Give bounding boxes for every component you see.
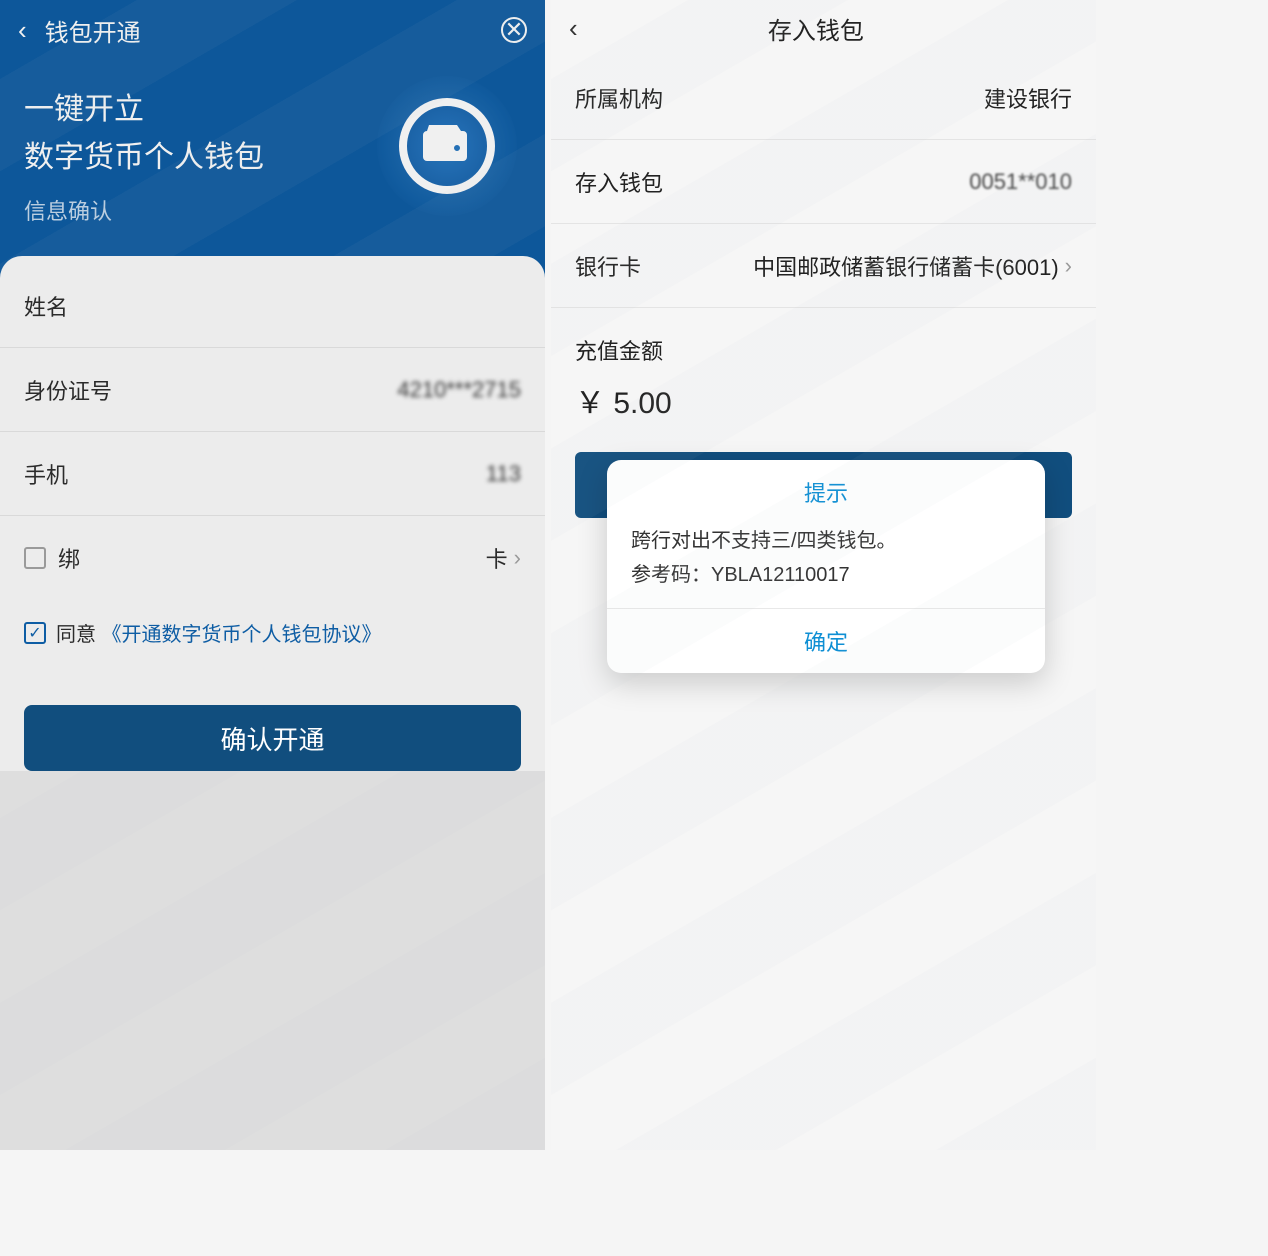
- row-phone[interactable]: 手机 113: [0, 432, 545, 516]
- agreement-link[interactable]: 《开通数字货币个人钱包协议》: [102, 618, 382, 647]
- label-wallet: 存入钱包: [575, 166, 663, 198]
- row-wallet[interactable]: 存入钱包 0051**010: [551, 140, 1096, 224]
- label-card: 银行卡: [575, 250, 641, 282]
- dialog-line2: 参考码：YBLA12110017: [631, 558, 1021, 592]
- screen-deposit: ‹ 存入钱包 所属机构 建设银行 存入钱包 0051**010 银行卡 中国邮政…: [551, 0, 1096, 1150]
- chevron-right-icon: ›: [1065, 253, 1072, 279]
- row-bind-card[interactable]: 绑 卡 ›: [0, 516, 545, 600]
- screen-wallet-open: ‹ 钱包开通 ✕ 一键开立 数字货币个人钱包 信息确认 姓名 身份证号 4210…: [0, 0, 545, 1150]
- row-org: 所属机构 建设银行: [551, 56, 1096, 140]
- dialog-line1: 跨行对出不支持三/四类钱包。: [631, 524, 1021, 558]
- checkbox-bind-card[interactable]: [24, 547, 46, 569]
- form-area: 姓名 身份证号 4210***2715 手机 113 绑 卡 › ✓ 同意 《开…: [0, 256, 545, 771]
- submit-button[interactable]: 确认开通: [24, 705, 521, 771]
- checkbox-agree[interactable]: ✓: [24, 622, 46, 644]
- value-org: 建设银行: [984, 82, 1072, 114]
- label-bind-prefix: 绑: [58, 542, 80, 574]
- label-name: 姓名: [24, 290, 68, 322]
- agree-row: ✓ 同意 《开通数字货币个人钱包协议》: [0, 600, 545, 665]
- dialog-body: 跨行对出不支持三/四类钱包。 参考码：YBLA12110017: [607, 516, 1045, 608]
- dialog-title: 提示: [607, 460, 1045, 516]
- value-id: 4210***2715: [397, 377, 521, 403]
- page-title: 存入钱包: [554, 11, 1078, 46]
- row-card[interactable]: 银行卡 中国邮政储蓄银行储蓄卡(6001) ›: [551, 224, 1096, 308]
- row-id[interactable]: 身份证号 4210***2715: [0, 348, 545, 432]
- row-name[interactable]: 姓名: [0, 264, 545, 348]
- chevron-right-icon: ›: [514, 545, 521, 571]
- value-wallet: 0051**010: [969, 169, 1072, 195]
- agree-label: 同意: [56, 618, 96, 647]
- label-phone: 手机: [24, 458, 68, 490]
- dialog-reference: 提示 跨行对出不支持三/四类钱包。 参考码：YBLA12110017 确定: [607, 460, 1045, 673]
- label-amount: 充值金额: [551, 308, 1096, 374]
- header: ‹ 存入钱包: [551, 0, 1096, 56]
- label-id: 身份证号: [24, 374, 112, 406]
- value-card: 中国邮政储蓄银行储蓄卡(6001): [753, 250, 1059, 282]
- label-bind-suffix: 卡: [486, 542, 508, 574]
- value-amount: ￥ 5.00: [551, 374, 1096, 452]
- value-phone: 113: [486, 461, 521, 487]
- label-org: 所属机构: [575, 82, 663, 114]
- dialog-ok-button[interactable]: 确定: [607, 608, 1045, 673]
